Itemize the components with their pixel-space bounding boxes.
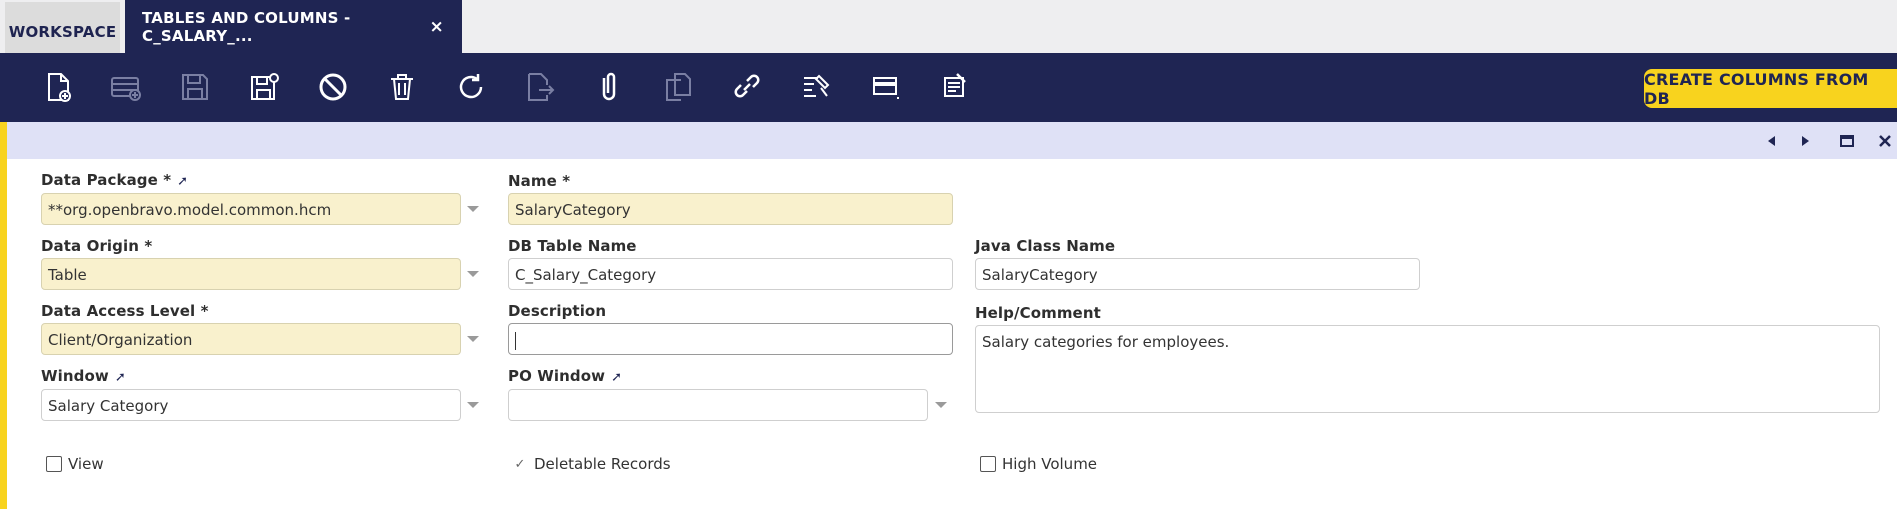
tab-bar: WORKSPACE TABLES AND COLUMNS - C_SALARY_…	[0, 0, 1897, 53]
previous-record-icon[interactable]	[1762, 131, 1782, 151]
toolbar: CREATE COLUMNS FROM DB	[0, 53, 1897, 122]
notes-icon[interactable]	[934, 67, 974, 107]
po-window-field[interactable]	[508, 389, 928, 421]
save-close-icon[interactable]	[244, 67, 284, 107]
close-form-icon[interactable]	[1875, 131, 1895, 151]
tools-icon[interactable]	[796, 67, 836, 107]
save-icon[interactable]	[175, 67, 215, 107]
checkbox-box[interactable]	[46, 456, 62, 472]
tab-active-label: TABLES AND COLUMNS - C_SALARY_...	[142, 8, 351, 45]
text-cursor	[515, 331, 516, 350]
chevron-down-icon[interactable]	[467, 271, 479, 277]
chevron-down-icon[interactable]	[467, 336, 479, 342]
tab-workspace[interactable]: WORKSPACE	[5, 2, 120, 53]
description-label: Description	[508, 302, 607, 320]
view-checkbox-label: View	[68, 455, 104, 473]
view-checkbox[interactable]: View	[46, 455, 104, 473]
java-class-name-field[interactable]: SalaryCategory	[975, 258, 1420, 290]
chevron-down-icon[interactable]	[935, 402, 947, 408]
refresh-icon[interactable]	[451, 67, 491, 107]
data-origin-field[interactable]: Table	[41, 258, 461, 290]
java-class-name-label: Java Class Name	[975, 237, 1116, 255]
high-volume-checkbox[interactable]: High Volume	[980, 455, 1097, 473]
help-comment-field[interactable]: Salary categories for employees.	[975, 325, 1880, 413]
window-label: Window ➚	[41, 367, 126, 385]
grid-toggle-icon[interactable]	[865, 67, 905, 107]
link-arrow-icon[interactable]: ➚	[611, 370, 622, 385]
cancel-icon[interactable]	[313, 67, 353, 107]
export-icon[interactable]	[520, 67, 560, 107]
window-field[interactable]: Salary Category	[41, 389, 461, 421]
delete-icon[interactable]	[382, 67, 422, 107]
chevron-down-icon[interactable]	[467, 206, 479, 212]
tab-workspace-label: WORKSPACE	[8, 22, 117, 41]
db-table-name-label: DB Table Name	[508, 237, 637, 255]
name-field[interactable]: SalaryCategory	[508, 193, 953, 225]
link-arrow-icon[interactable]: ➚	[177, 174, 188, 189]
data-package-label: Data Package * ➚	[41, 171, 189, 189]
maximize-icon[interactable]	[1837, 131, 1857, 151]
deletable-records-label: Deletable Records	[534, 455, 671, 473]
attach-icon[interactable]	[589, 67, 629, 107]
db-table-name-field[interactable]: C_Salary_Category	[508, 258, 953, 290]
record-indicator	[0, 122, 7, 509]
check-icon[interactable]: ✓	[512, 456, 528, 472]
high-volume-label: High Volume	[1002, 455, 1098, 473]
data-origin-label: Data Origin *	[41, 237, 153, 255]
tab-tables-and-columns[interactable]: TABLES AND COLUMNS - C_SALARY_... ×	[125, 0, 462, 53]
help-comment-label: Help/Comment	[975, 304, 1101, 322]
chevron-down-icon[interactable]	[467, 402, 479, 408]
link-arrow-icon[interactable]: ➚	[115, 370, 126, 385]
data-access-level-field[interactable]: Client/Organization	[41, 323, 461, 355]
po-window-label: PO Window ➚	[508, 367, 623, 385]
link-icon[interactable]	[727, 67, 767, 107]
deletable-records-checkbox[interactable]: ✓ Deletable Records	[512, 455, 671, 473]
next-record-icon[interactable]	[1795, 131, 1815, 151]
close-icon[interactable]: ×	[430, 17, 444, 37]
data-access-level-label: Data Access Level *	[41, 302, 209, 320]
description-field[interactable]	[508, 323, 953, 355]
new-document-icon[interactable]	[38, 67, 78, 107]
create-columns-from-db-button[interactable]: CREATE COLUMNS FROM DB	[1644, 69, 1897, 108]
name-label: Name *	[508, 172, 571, 190]
new-row-icon[interactable]	[106, 67, 146, 107]
data-package-field[interactable]: **org.openbravo.model.common.hcm	[41, 193, 461, 225]
status-bar	[7, 122, 1897, 159]
checkbox-box[interactable]	[980, 456, 996, 472]
copy-icon[interactable]	[658, 67, 698, 107]
